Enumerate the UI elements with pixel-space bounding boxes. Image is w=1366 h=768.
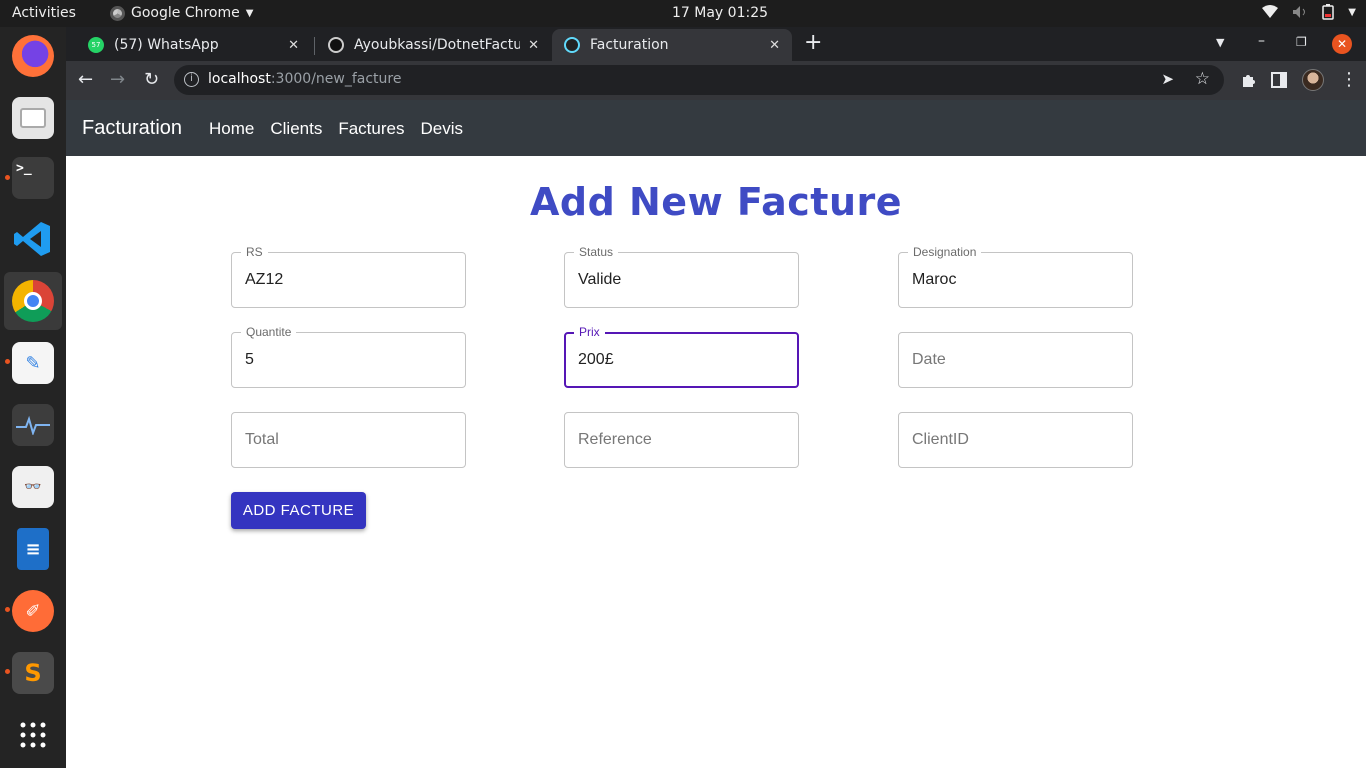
app-menu[interactable]: Google Chrome ▼ (110, 5, 253, 21)
vscode-icon (12, 218, 54, 260)
tab-title: Ayoubkassi/DotnetFactur (354, 37, 521, 53)
dock-system-monitor[interactable] (4, 396, 62, 454)
clock[interactable]: 17 May 01:25 (672, 5, 768, 21)
total-field (231, 412, 466, 468)
clientid-input[interactable] (912, 413, 1117, 467)
tab-search-icon[interactable]: ▼ (1216, 36, 1224, 49)
activities-button[interactable]: Activities (12, 5, 76, 21)
reload-icon[interactable]: ↻ (144, 69, 159, 91)
clientid-field (898, 412, 1133, 468)
close-icon[interactable]: ✕ (528, 38, 539, 53)
new-tab-button[interactable]: + (804, 32, 822, 54)
profile-avatar[interactable] (1302, 69, 1324, 91)
bookmark-star-icon[interactable]: ☆ (1195, 69, 1210, 89)
nav-link-factures[interactable]: Factures (338, 119, 404, 139)
address-bar[interactable]: i localhost:3000/new_facture ➤ ☆ (174, 65, 1224, 95)
nav-link-home[interactable]: Home (209, 119, 254, 139)
dock-text-editor[interactable]: ✎ (4, 334, 62, 392)
side-panel-icon[interactable] (1271, 72, 1287, 88)
chrome-icon (110, 5, 125, 21)
site-info-icon[interactable]: i (184, 72, 199, 87)
web-page: Facturation Home Clients Factures Devis … (66, 100, 1366, 768)
send-icon[interactable]: ➤ (1161, 70, 1174, 88)
designation-input[interactable] (912, 253, 1117, 307)
dock: >_ ✎ 👓 ≡ ✐ S (0, 27, 66, 768)
react-icon (564, 37, 580, 53)
reference-field (564, 412, 799, 468)
nav-links: Home Clients Factures Devis (209, 119, 463, 139)
firefox-icon (12, 35, 54, 77)
prix-field: Prix (564, 325, 799, 388)
dock-vscode[interactable] (4, 210, 62, 268)
writer-icon: ≡ (17, 528, 49, 570)
tab-whatsapp[interactable]: 57 (57) WhatsApp ✕ (76, 29, 311, 61)
nav-link-clients[interactable]: Clients (270, 119, 322, 139)
total-input[interactable] (245, 413, 450, 467)
forward-icon[interactable]: → (110, 69, 125, 91)
back-icon[interactable]: ← (78, 69, 93, 91)
tab-title: Facturation (590, 37, 669, 53)
close-icon[interactable]: ✕ (288, 38, 299, 53)
nav-link-devis[interactable]: Devis (420, 119, 463, 139)
tab-title: (57) WhatsApp (114, 37, 219, 53)
sublime-icon: S (12, 652, 54, 694)
designation-field: Designation (898, 245, 1133, 308)
chevron-down-icon: ▼ (245, 7, 254, 19)
github-icon (328, 37, 344, 53)
extensions-icon[interactable] (1240, 71, 1258, 89)
system-monitor-icon (12, 404, 54, 446)
url-text: localhost:3000/new_facture (208, 71, 402, 87)
status-field: Status (564, 245, 799, 308)
files-icon (12, 97, 54, 139)
tab-facturation[interactable]: Facturation ✕ (552, 29, 792, 61)
page-title: Add New Facture (529, 180, 903, 224)
dock-sublime[interactable]: S (4, 644, 62, 702)
system-top-bar: Activities Google Chrome ▼ 17 May 01:25 … (0, 0, 1366, 27)
add-facture-button[interactable]: ADD FACTURE (231, 492, 366, 529)
chrome-icon (12, 280, 54, 322)
dock-chrome[interactable] (4, 272, 62, 330)
dock-firefox[interactable] (4, 27, 62, 85)
whatsapp-icon: 57 (88, 37, 104, 53)
date-input[interactable] (912, 333, 1117, 387)
show-applications-button[interactable] (4, 706, 62, 764)
dock-terminal[interactable]: >_ (4, 149, 62, 207)
chevron-down-icon: ▼ (1348, 6, 1356, 18)
quantite-field: Quantite (231, 325, 466, 388)
text-editor-icon: ✎ (12, 342, 54, 384)
dock-postman[interactable]: ✐ (4, 582, 62, 640)
navbar: Facturation Home Clients Factures Devis (66, 100, 1366, 156)
tab-separator (314, 37, 315, 55)
browser-toolbar: ← → ↻ i localhost:3000/new_facture ➤ ☆ ⋮ (66, 61, 1366, 100)
minimize-icon[interactable]: – (1258, 33, 1265, 49)
wifi-icon (1262, 5, 1279, 18)
quantite-input[interactable] (245, 333, 450, 387)
rs-input[interactable] (245, 253, 450, 307)
volume-icon (1293, 6, 1306, 18)
dock-files[interactable] (4, 89, 62, 147)
dock-libreoffice-writer[interactable]: ≡ (4, 520, 62, 578)
status-input[interactable] (578, 253, 783, 307)
app-grid-icon (20, 722, 46, 748)
rs-field: RS (231, 245, 466, 308)
system-tray[interactable]: ▼ (1262, 4, 1356, 20)
navbar-brand[interactable]: Facturation (82, 117, 182, 140)
prix-input[interactable] (578, 333, 783, 387)
restore-icon[interactable]: ❐ (1296, 35, 1307, 49)
postman-icon: ✐ (12, 590, 54, 632)
app-name: Google Chrome (131, 5, 240, 21)
close-icon[interactable]: ✕ (769, 38, 780, 53)
tab-strip: 57 (57) WhatsApp ✕ Ayoubkassi/DotnetFact… (66, 27, 1366, 61)
dock-document-viewer[interactable]: 👓 (4, 458, 62, 516)
terminal-icon: >_ (12, 157, 54, 199)
battery-icon (1322, 4, 1335, 20)
date-field (898, 332, 1133, 388)
close-window-button[interactable]: ✕ (1332, 34, 1352, 54)
tab-github[interactable]: Ayoubkassi/DotnetFactur ✕ (316, 29, 551, 61)
document-viewer-icon: 👓 (12, 466, 54, 508)
more-menu-icon[interactable]: ⋮ (1340, 69, 1358, 91)
reference-input[interactable] (578, 413, 783, 467)
